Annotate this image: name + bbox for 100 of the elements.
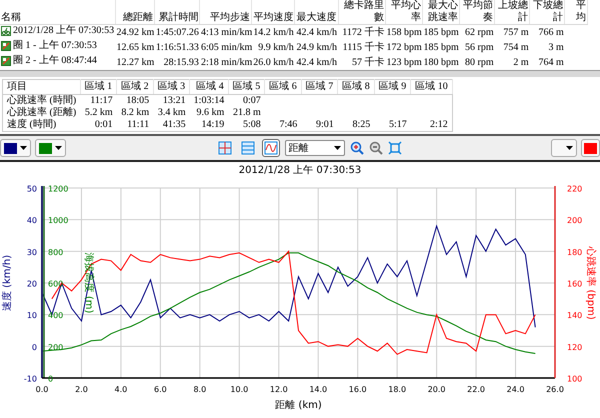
column-header[interactable]: 名稱 — [0, 0, 116, 24]
axis-tick-label: 180 — [567, 248, 582, 257]
table-cell: 185 bpm — [424, 26, 459, 38]
table-cell: 1172 千卡 — [342, 26, 384, 38]
table-cell: 42.4 km/h — [296, 26, 338, 38]
column-header[interactable]: 區域 3 — [153, 80, 190, 94]
axis-tick-label: 0 — [32, 342, 37, 352]
column-header[interactable]: 區域 9 — [374, 80, 411, 94]
axis-tick-label: 50 — [26, 184, 37, 194]
column-header[interactable]: 區域 6 — [264, 80, 302, 94]
axis-tick-label: 800 — [48, 248, 64, 257]
table-cell: 心跳速率 (時間) — [7, 95, 76, 106]
column-header[interactable]: 總卡路里數 — [338, 0, 386, 24]
table-cell: 62 rpm — [465, 26, 494, 38]
column-header[interactable]: 總距離 — [115, 0, 155, 24]
table-cell: 5:08 — [242, 119, 261, 130]
table-cell: 11:17 — [90, 95, 113, 106]
axis-tick-label: 1000 — [48, 216, 68, 226]
column-header[interactable]: 區域 8 — [338, 80, 374, 94]
table-cell: 764 m — [538, 56, 564, 68]
table-cell: 754 m — [503, 42, 529, 52]
column-header[interactable]: 上坡總計 — [494, 0, 530, 24]
table-cell: 2012/1/28 上午 07:30:53 — [13, 25, 114, 37]
column-header[interactable]: 平均步速 — [200, 0, 252, 24]
table-cell: 26.0 km/h — [253, 56, 294, 68]
table-cell: 2 m — [513, 56, 529, 68]
table-cell: 5:17 — [388, 119, 407, 130]
table-cell: 14.2 km/h — [253, 26, 294, 38]
table-cell: 56 rpm — [465, 42, 494, 52]
column-header[interactable]: 區域 1 — [80, 80, 117, 94]
table-cell: 4:13 min/km — [200, 26, 252, 38]
column-header[interactable]: 區域 4 — [190, 80, 228, 94]
table-cell: 80 rpm — [465, 56, 494, 68]
table-cell: 5.2 km — [84, 107, 113, 118]
table-cell: 11:11 — [127, 119, 150, 130]
axis-tick-label: 220 — [567, 184, 582, 194]
column-header[interactable]: 項目 — [2, 80, 80, 94]
column-header[interactable]: 平均 — [564, 0, 588, 24]
axis-tick-label: 40 — [26, 216, 37, 226]
table-cell: 0:01 — [94, 119, 113, 130]
axis-tick-label: 0.0 — [36, 385, 48, 394]
axis-title: 心跳速率 (bpm) — [585, 246, 596, 320]
axis-tick-label: 8.0 — [193, 385, 206, 394]
axis-tick-label: 16.0 — [348, 385, 367, 394]
axis-title: 速度 (km/h) — [2, 254, 13, 312]
table-cell: 24.92 km — [116, 26, 154, 38]
table-cell: 7:46 — [279, 119, 298, 130]
table-cell: 28:15.93 — [164, 56, 199, 68]
column-header[interactable]: 最大速度 — [294, 0, 338, 24]
column-header[interactable]: 區域 7 — [301, 80, 338, 94]
column-header[interactable]: 累計時間 — [154, 0, 200, 24]
table-cell: 圈 2 - 上午 08:47:44 — [13, 55, 97, 67]
table-cell: 18:05 — [126, 95, 150, 106]
table-cell: 172 bpm — [386, 42, 422, 52]
axis-tick-label: 10 — [26, 311, 37, 320]
table-cell: 6:05 min/km — [200, 42, 252, 52]
column-header[interactable]: 下坡總計 — [530, 0, 565, 24]
table-cell: 1:45:07.26 — [156, 26, 199, 38]
table-cell: 速度 (時間) — [7, 119, 56, 130]
table-cell: 41:35 — [162, 119, 186, 130]
axis-tick-label: 200 — [567, 216, 582, 226]
table-cell: 8.2 km — [121, 107, 150, 118]
table-cell: 180 bpm — [424, 56, 459, 68]
axis-tick-label: 6.0 — [154, 385, 167, 394]
column-header[interactable]: 區域 5 — [228, 80, 265, 94]
axis-tick-label: 120 — [567, 342, 582, 352]
table-cell: 42.4 km/h — [296, 56, 338, 68]
axis-tick-label: 24.0 — [506, 385, 524, 394]
table-cell: 8:25 — [352, 119, 370, 130]
table-cell: 9.6 km — [196, 107, 224, 118]
axis-tick-label: 400 — [48, 311, 64, 320]
table-cell: 1115 千卡 — [342, 42, 384, 52]
table-cell: 12.65 km — [116, 42, 154, 52]
axis-title: 距離 (km) — [275, 400, 322, 411]
axis-tick-label: 1200 — [48, 184, 68, 194]
table-cell: 57 千卡 — [352, 56, 384, 68]
axis-tick-label: 160 — [567, 280, 582, 288]
axis-tick-label: 26.0 — [546, 385, 564, 394]
table-cell: 757 m — [503, 26, 529, 38]
axis-dropdown[interactable]: 距離 — [284, 140, 344, 156]
table-cell: 12.27 km — [116, 56, 154, 68]
axis-tick-label: 22.0 — [467, 385, 485, 394]
table-cell: 0:07 — [242, 95, 261, 106]
table-cell: 24.9 km/h — [296, 42, 338, 52]
column-header[interactable]: 區域 10 — [410, 80, 452, 94]
table-cell: 3 m — [548, 42, 564, 52]
table-cell: 766 m — [538, 26, 564, 38]
table-cell: 158 bpm — [386, 26, 422, 38]
axis-tick-label: 30 — [26, 248, 37, 257]
table-cell: 185 bpm — [424, 42, 459, 52]
column-header[interactable]: 平均節奏 — [460, 0, 495, 24]
table-cell: 3.4 km — [158, 107, 186, 118]
column-header[interactable]: 區域 2 — [116, 80, 154, 94]
table-cell: 圈 1 - 上午 07:30:53 — [13, 40, 97, 52]
table-cell: 2:18 min/km — [200, 56, 252, 68]
column-header[interactable]: 平均速度 — [251, 0, 295, 24]
axis-tick-label: 100 — [567, 374, 582, 384]
axis-tick-label: -10 — [24, 374, 37, 384]
axis-tick-label: 14.0 — [309, 385, 328, 394]
table-cell: 14:19 — [201, 119, 224, 130]
